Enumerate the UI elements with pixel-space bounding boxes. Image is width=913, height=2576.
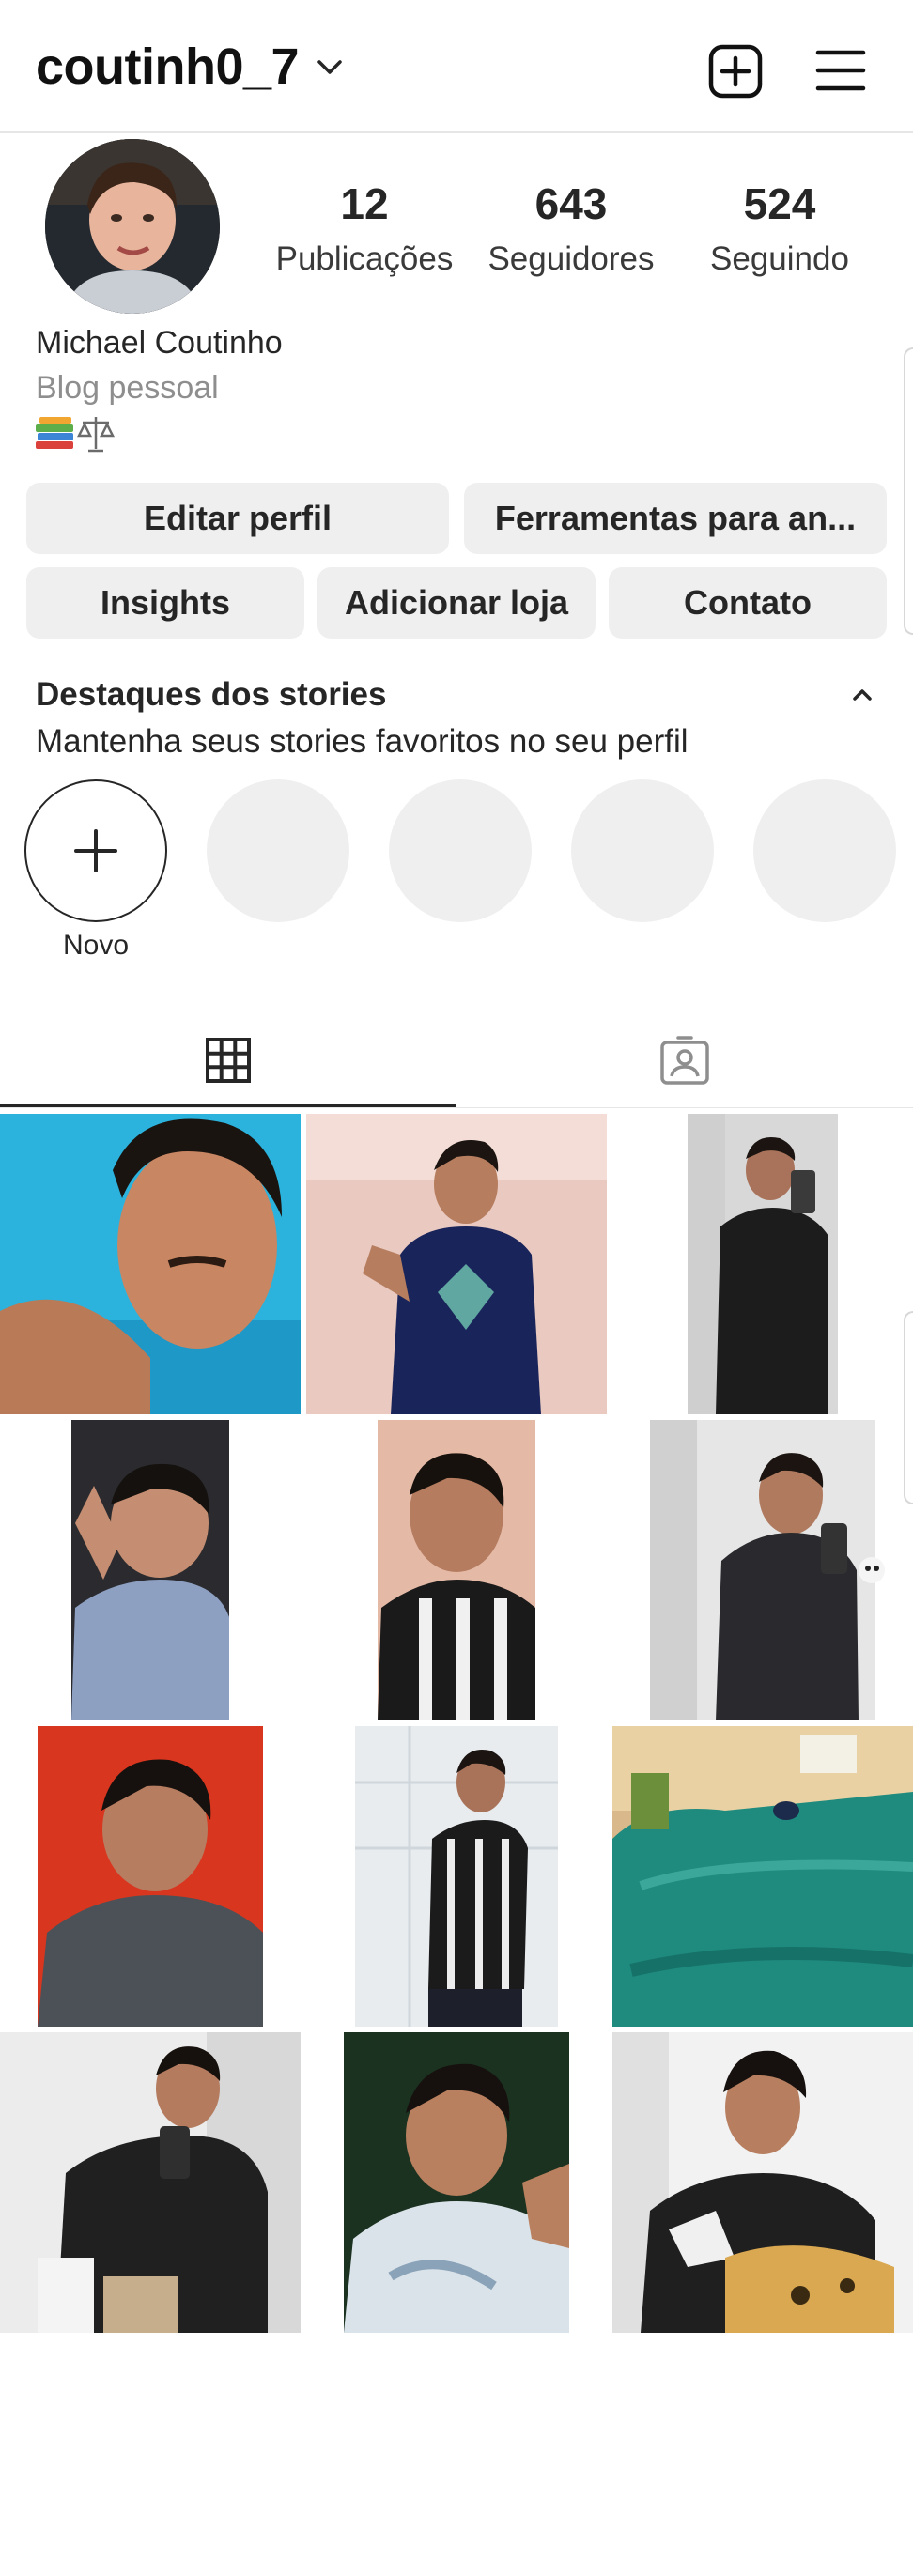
professional-tools-button[interactable]: Ferramentas para an... — [464, 483, 887, 554]
edit-profile-button[interactable]: Editar perfil — [26, 483, 449, 554]
post-thumbnail[interactable] — [612, 2032, 913, 2333]
posts-label: Publicações — [275, 240, 454, 277]
post-thumbnail[interactable] — [0, 2032, 301, 2333]
post-thumbnail[interactable] — [612, 1420, 913, 1720]
post-thumbnail[interactable] — [0, 1420, 301, 1720]
username[interactable]: coutinh0_7 — [36, 38, 300, 96]
plus-icon — [74, 829, 117, 872]
full-name: Michael Coutinho — [36, 325, 283, 361]
highlights-title: Destaques dos stories — [36, 676, 387, 713]
post-thumbnail[interactable] — [306, 1420, 607, 1720]
post-thumbnail[interactable] — [306, 1114, 607, 1414]
highlight-placeholder — [389, 779, 532, 922]
books-icon — [36, 417, 73, 449]
following-label: Seguindo — [710, 240, 849, 277]
avatar-photo — [45, 139, 220, 314]
profile-category: Blog pessoal — [36, 370, 219, 406]
highlight-placeholder — [571, 779, 714, 922]
post-thumbnail[interactable] — [612, 1114, 913, 1414]
tab-posts-grid[interactable] — [0, 1014, 456, 1106]
new-post-icon[interactable] — [708, 44, 763, 99]
new-highlight-label: Novo — [62, 930, 130, 961]
chevron-up-icon[interactable] — [849, 686, 875, 704]
insights-button[interactable]: Insights — [26, 567, 304, 639]
tab-tagged[interactable] — [456, 1014, 913, 1106]
followers-count: 643 — [534, 179, 608, 228]
stat-posts[interactable]: 12 Publicações — [261, 178, 468, 278]
highlights-subtitle: Mantenha seus stories favoritos no seu p… — [36, 723, 689, 760]
stat-followers[interactable]: 643 Seguidores — [468, 178, 674, 278]
post-thumbnail[interactable] — [0, 1114, 301, 1414]
post-thumbnail[interactable] — [306, 1726, 607, 2027]
tab-divider — [0, 1107, 913, 1108]
add-shop-button[interactable]: Adicionar loja — [317, 567, 596, 639]
stat-following[interactable]: 524 Seguindo — [676, 178, 883, 278]
tagged-icon — [660, 1036, 709, 1085]
new-highlight-button[interactable] — [24, 779, 167, 922]
highlight-placeholder — [207, 779, 349, 922]
highlight-placeholder — [753, 779, 896, 922]
top-bar: coutinh0_7 — [0, 0, 913, 133]
posts-count: 12 — [340, 179, 389, 228]
post-thumbnail[interactable] — [0, 1726, 301, 2027]
bio-emoji — [36, 417, 116, 453]
scroll-edge-indicator — [904, 347, 913, 635]
post-thumbnail[interactable] — [306, 2032, 607, 2333]
scales-icon — [76, 417, 116, 453]
scroll-edge-indicator — [904, 1311, 913, 1504]
avatar[interactable] — [45, 139, 220, 314]
grid-icon — [206, 1038, 251, 1083]
menu-icon[interactable] — [815, 47, 866, 94]
post-thumbnail[interactable] — [612, 1726, 913, 2027]
chevron-down-icon[interactable] — [316, 58, 344, 77]
following-count: 524 — [743, 179, 816, 228]
contact-button[interactable]: Contato — [609, 567, 887, 639]
followers-label: Seguidores — [487, 240, 655, 277]
